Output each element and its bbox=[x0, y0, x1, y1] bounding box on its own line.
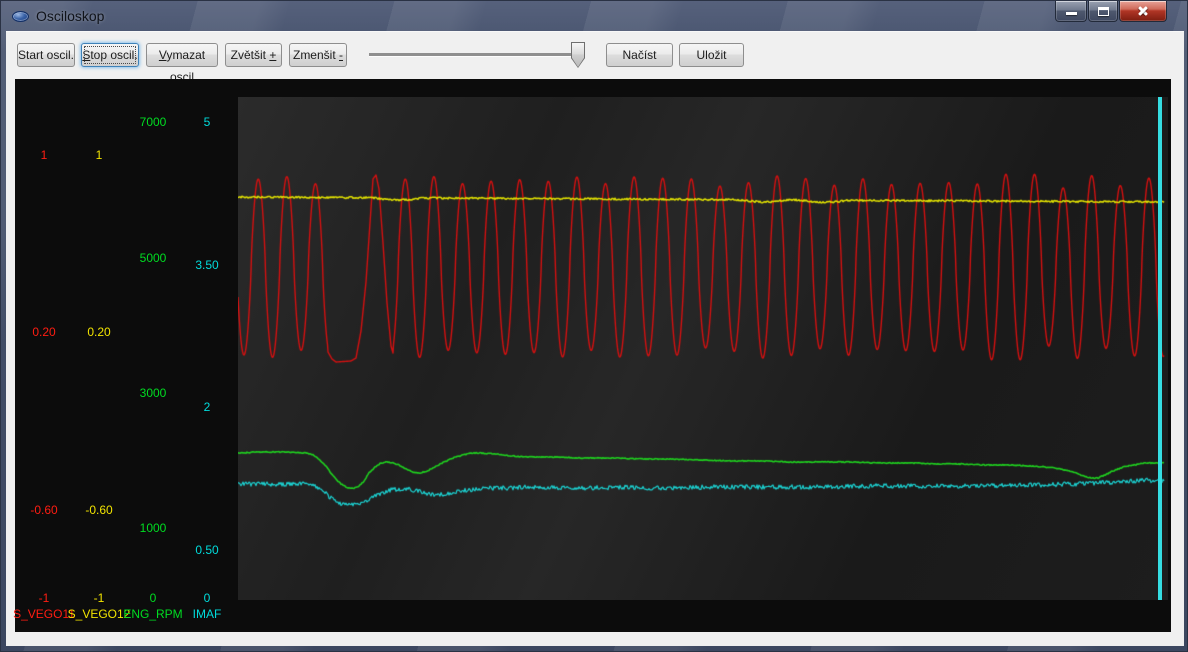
window-title: Osciloskop bbox=[36, 8, 104, 24]
ford-logo-icon bbox=[12, 11, 29, 22]
tick-label-ENG_RPM: 7000 bbox=[140, 115, 167, 129]
tick-label-S_VEGO11: 1 bbox=[41, 148, 48, 162]
tick-label-S_VEGO11: -0.60 bbox=[30, 503, 57, 517]
close-icon bbox=[1137, 5, 1150, 18]
maximize-icon bbox=[1098, 7, 1109, 16]
tick-label-S_VEGO12: 0.20 bbox=[87, 325, 110, 339]
tick-label-ENG_RPM: 3000 bbox=[140, 386, 167, 400]
tick-label-ENG_RPM: 5000 bbox=[140, 251, 167, 265]
tick-label-IMAF: 5 bbox=[204, 115, 211, 129]
time-cursor[interactable] bbox=[1158, 97, 1162, 600]
tick-label-IMAF: 0 bbox=[204, 591, 211, 605]
channel-name-IMAF[interactable]: IMAF bbox=[193, 607, 222, 621]
channel-name-S_VEGO12[interactable]: S_VEGO12 bbox=[68, 607, 131, 621]
load-button[interactable]: Načíst bbox=[606, 43, 673, 67]
tick-label-S_VEGO12: -1 bbox=[94, 591, 105, 605]
titlebar[interactable]: Osciloskop bbox=[1, 1, 1188, 31]
maximize-button[interactable] bbox=[1088, 1, 1118, 22]
channel-name-ENG_RPM[interactable]: ENG_RPM bbox=[123, 607, 182, 621]
zoom-out-button[interactable]: Zmenšit - bbox=[289, 43, 347, 67]
tick-label-S_VEGO11: -1 bbox=[39, 591, 50, 605]
tick-label-IMAF: 0.50 bbox=[195, 543, 218, 557]
start-oscilloscope-button[interactable]: Start oscil. bbox=[17, 43, 75, 67]
waveform-canvas bbox=[238, 97, 1168, 600]
channel-name-S_VEGO11[interactable]: S_VEGO11 bbox=[13, 607, 75, 621]
tick-label-S_VEGO11: 0.20 bbox=[32, 325, 55, 339]
save-button[interactable]: Uložit bbox=[679, 43, 744, 67]
timebase-slider-track[interactable] bbox=[369, 53, 574, 56]
tick-label-ENG_RPM: 0 bbox=[150, 591, 157, 605]
osciloskop-window: Osciloskop Start oscil. Stop oscil. Vyma… bbox=[0, 0, 1188, 652]
clear-oscilloscope-button[interactable]: Vymazat oscil bbox=[146, 43, 218, 67]
tick-label-ENG_RPM: 1000 bbox=[140, 521, 167, 535]
zoom-in-button[interactable]: Zvětšit + bbox=[225, 43, 282, 67]
minimize-icon bbox=[1066, 12, 1077, 15]
tick-label-IMAF: 3.50 bbox=[195, 258, 218, 272]
stop-oscilloscope-button[interactable]: Stop oscil. bbox=[81, 43, 139, 67]
tick-label-S_VEGO12: -0.60 bbox=[85, 503, 112, 517]
tick-label-IMAF: 2 bbox=[204, 400, 211, 414]
close-button[interactable] bbox=[1119, 1, 1167, 22]
minimize-button[interactable] bbox=[1055, 1, 1087, 22]
tick-label-S_VEGO12: 1 bbox=[96, 148, 103, 162]
